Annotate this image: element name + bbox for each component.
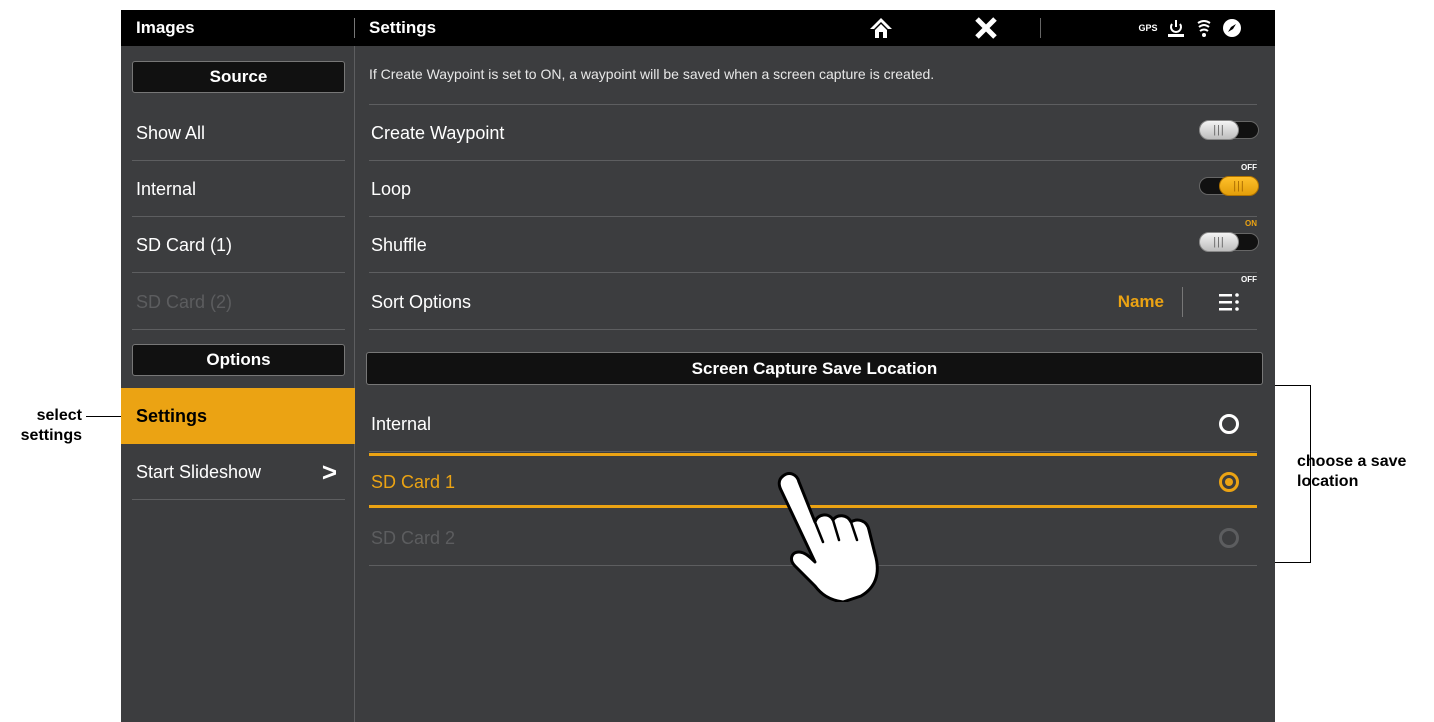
close-button[interactable]	[974, 16, 998, 40]
power-icon[interactable]	[1165, 17, 1187, 39]
device-screen: Images Settings GPS Source Show All Inte…	[121, 10, 1275, 722]
sidebar-item-internal[interactable]: Internal	[132, 161, 345, 217]
sonar-icon[interactable]	[1193, 17, 1215, 39]
sidebar-item-settings-label: Settings	[136, 406, 208, 426]
radio-internal[interactable]	[1219, 414, 1239, 434]
annotation-bracket-bottom	[1273, 562, 1311, 563]
compass-icon[interactable]	[1221, 17, 1243, 39]
row-loop-label: Loop	[371, 179, 412, 199]
sidebar-item-settings[interactable]: Settings	[121, 388, 355, 444]
sidebar-item-show-all[interactable]: Show All	[132, 105, 345, 161]
annotation-select-pointer	[86, 416, 122, 417]
radio-sd-card-2	[1219, 528, 1239, 548]
sort-menu-icon[interactable]	[1217, 291, 1241, 313]
row-create-waypoint-label: Create Waypoint	[371, 123, 505, 143]
annotation-choose-line2: location	[1297, 473, 1359, 490]
row-loop[interactable]: Loop ON	[369, 161, 1259, 228]
location-internal-label: Internal	[371, 414, 432, 434]
sort-divider	[1182, 287, 1183, 317]
annotation-select-line1: select	[36, 407, 82, 424]
home-button[interactable]	[869, 17, 893, 39]
row-sort-options[interactable]: Sort Options Name	[369, 274, 1257, 330]
annotation-select-line2: settings	[20, 427, 82, 444]
loop-toggle[interactable]: ON	[1195, 175, 1259, 228]
source-header: Source	[132, 61, 345, 93]
gps-label: GPS	[1138, 23, 1158, 33]
sidebar-item-sd-card-2: SD Card (2)	[132, 274, 345, 330]
sidebar-item-slideshow-label: Start Slideshow	[136, 462, 262, 482]
settings-title: Settings	[369, 18, 437, 37]
toggle-knob	[1199, 232, 1239, 252]
annotation-choose-location: choose a save location	[1297, 452, 1427, 492]
sidebar-item-start-slideshow[interactable]: Start Slideshow >	[132, 444, 345, 500]
topbar-divider-2	[1040, 18, 1041, 38]
toggle-knob	[1199, 120, 1239, 140]
location-sd-card-1-label: SD Card 1	[371, 472, 456, 492]
touch-hand-icon	[777, 472, 879, 602]
sort-value[interactable]: Name	[1118, 274, 1164, 330]
sidebar: Source Show All Internal SD Card (1) SD …	[121, 46, 355, 722]
radio-sd-card-1[interactable]	[1219, 472, 1239, 492]
sidebar-item-sd-card-1[interactable]: SD Card (1)	[132, 217, 345, 273]
status-bar: GPS	[1137, 16, 1243, 40]
close-icon	[975, 17, 997, 39]
location-internal[interactable]: Internal	[369, 396, 1257, 452]
row-shuffle-label: Shuffle	[371, 235, 427, 255]
gps-icon[interactable]: GPS	[1137, 17, 1159, 39]
save-location-header: Screen Capture Save Location	[366, 352, 1263, 385]
row-create-waypoint[interactable]: Create Waypoint OFF	[369, 105, 1259, 172]
chevron-right-icon: >	[321, 457, 337, 487]
top-bar: Images Settings GPS	[121, 10, 1275, 46]
row-sort-options-label: Sort Options	[371, 292, 472, 312]
row-shuffle[interactable]: Shuffle OFF	[369, 217, 1259, 284]
toggle-knob	[1219, 176, 1259, 196]
location-sd-card-2-label: SD Card 2	[371, 528, 456, 548]
home-icon	[870, 18, 892, 38]
info-text: If Create Waypoint is set to ON, a waypo…	[369, 66, 935, 82]
annotation-choose-line1: choose a save	[1297, 453, 1407, 470]
images-title: Images	[136, 18, 195, 37]
options-header: Options	[132, 344, 345, 376]
shuffle-toggle[interactable]: OFF	[1195, 231, 1259, 284]
settings-panel: If Create Waypoint is set to ON, a waypo…	[356, 46, 1275, 722]
create-waypoint-toggle[interactable]: OFF	[1195, 119, 1259, 172]
topbar-divider	[354, 18, 355, 38]
annotation-bracket-top	[1273, 385, 1311, 386]
